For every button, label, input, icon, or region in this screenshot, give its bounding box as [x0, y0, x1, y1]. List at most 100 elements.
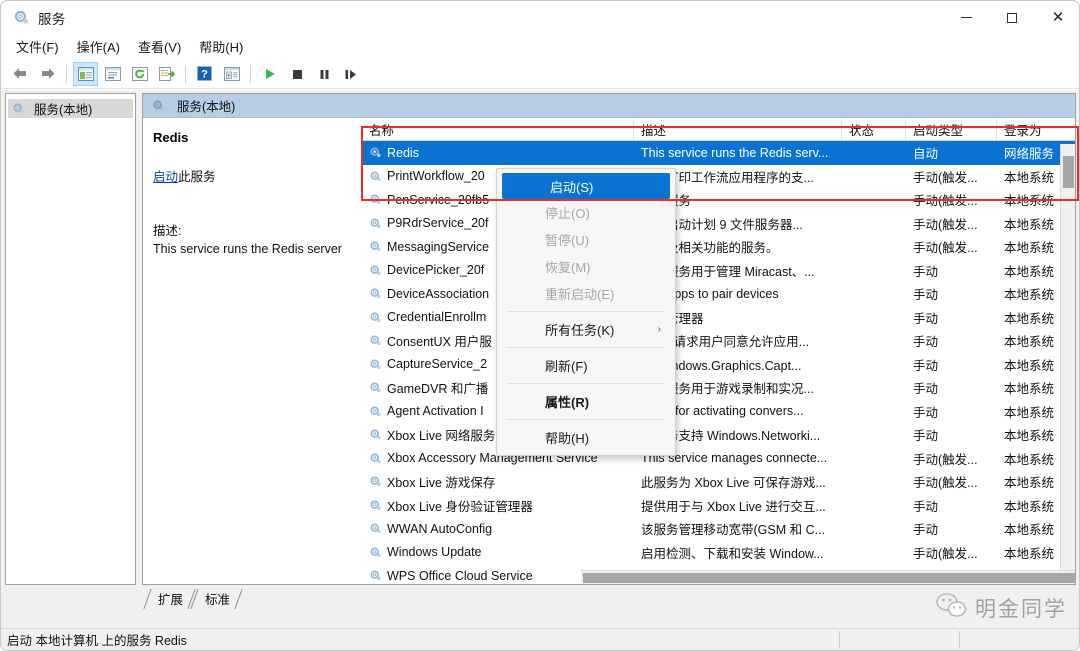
cell-startup-type: 手动 [906, 378, 997, 397]
horizontal-scrollbar-thumb[interactable] [583, 573, 1075, 583]
close-button[interactable]: ✕ [1035, 1, 1080, 34]
toolbar-help[interactable]: ? [192, 62, 217, 86]
status-text: 启动 本地计算机 上的服务 Redis [1, 630, 187, 649]
table-row[interactable]: RedisThis service runs the Redis serv...… [362, 141, 1075, 165]
table-row[interactable]: PrintWorkflow_20权对打印工作流应用程序的支...手动(触发...… [362, 165, 1075, 189]
table-row[interactable]: Agent Activation Intime for activating c… [362, 400, 1075, 424]
table-row[interactable]: CaptureService_2用 Windows.Graphics.Capt.… [362, 353, 1075, 377]
start-service-link[interactable]: 启动 [153, 170, 178, 184]
tab-extended[interactable]: 扩展 [146, 588, 193, 609]
column-header-description[interactable]: 描述 [634, 119, 842, 140]
ctx-properties[interactable]: 属性(R) [497, 388, 675, 415]
toolbar: ? [1, 59, 1080, 89]
cell-startup-type: 手动(触发... [906, 449, 997, 468]
table-row[interactable]: DeviceAssociationbles apps to pair devic… [362, 282, 1075, 306]
menu-action[interactable]: 操作(A) [68, 34, 129, 59]
ctx-start[interactable]: 启动(S) [502, 173, 670, 199]
services-gear-icon [369, 170, 382, 183]
table-row[interactable]: Xbox Live 游戏保存此服务为 Xbox Live 可保存游戏...手动(… [362, 470, 1075, 494]
services-window: 服务 ✕ 文件(F) 操作(A) 查看(V) 帮助(H) [0, 0, 1080, 651]
toolbar-refresh[interactable] [127, 62, 152, 86]
services-gear-icon [369, 264, 382, 277]
table-row[interactable]: MessagingService短信及相关功能的服务。手动(触发...本地系统 [362, 235, 1075, 259]
column-header-name[interactable]: 名称 [362, 119, 634, 140]
tab-standard[interactable]: 标准 [193, 588, 240, 609]
services-gear-icon [369, 546, 382, 559]
cell-service-name: Xbox Live 身份验证管理器 [362, 496, 634, 515]
services-gear-icon [369, 146, 382, 159]
menu-help[interactable]: 帮助(H) [190, 34, 252, 59]
console-tree-pane: 服务(本地) [5, 93, 136, 585]
toolbar-stop[interactable] [284, 62, 309, 86]
sidebar-item-services-local[interactable]: 服务(本地) [8, 99, 133, 118]
grid-body: RedisThis service runs the Redis serv...… [362, 141, 1075, 584]
wechat-icon [935, 592, 969, 625]
cell-startup-type: 手动(触发... [906, 167, 997, 186]
toolbar-back[interactable] [8, 62, 33, 86]
services-gear-icon [369, 452, 382, 465]
toolbar-console[interactable] [219, 62, 244, 86]
cell-startup-type: 手动 [906, 402, 997, 421]
services-gear-icon [369, 475, 382, 488]
cell-startup-type: 手动 [906, 261, 997, 280]
table-row[interactable]: Xbox Live 网络服务此服务支持 Windows.Networki...手… [362, 423, 1075, 447]
cell-startup-type: 手动(触发... [906, 543, 997, 562]
ctx-all-tasks[interactable]: 所有任务(K) › [497, 316, 675, 343]
toolbar-restart[interactable] [338, 62, 363, 86]
column-header-log-on-as[interactable]: 登录为 [997, 119, 1071, 140]
context-menu-separator-3 [507, 383, 665, 384]
services-gear-icon [369, 499, 382, 512]
services-gear-icon [369, 287, 382, 300]
ctx-refresh[interactable]: 刷新(F) [497, 352, 675, 379]
table-row[interactable]: P9RdrService_20f触发启动计划 9 文件服务器...手动(触发..… [362, 212, 1075, 236]
toolbar-show-tree[interactable] [73, 62, 98, 86]
watermark: 明金同学 [935, 588, 1067, 628]
services-gear-icon [369, 193, 382, 206]
vertical-scrollbar-thumb[interactable] [1063, 156, 1074, 188]
toolbar-separator-3 [250, 65, 251, 83]
ctx-pause: 暂停(U) [497, 226, 675, 253]
column-header-startup-type[interactable]: 启动类型 [906, 119, 997, 140]
watermark-text: 明金同学 [975, 593, 1067, 623]
table-row[interactable]: Windows Update启用检测、下载和安装 Window... 手动(触发.… [362, 541, 1075, 565]
horizontal-scrollbar[interactable] [581, 570, 1075, 584]
service-name-text: P9RdrService_20f [387, 216, 488, 230]
minimize-button[interactable] [943, 1, 989, 34]
table-row[interactable]: PenService_20fb5引笔服务手动(触发...本地系统 [362, 188, 1075, 212]
ctx-help[interactable]: 帮助(H) [497, 424, 675, 451]
service-name-text: WPS Office Cloud Service [387, 569, 533, 583]
toolbar-forward[interactable] [35, 62, 60, 86]
cell-service-name: Windows Update [362, 545, 634, 559]
services-gear-icon [369, 522, 382, 535]
context-menu-separator-2 [507, 347, 665, 348]
table-row[interactable]: CredentialEnrollm注册管理器手动本地系统 [362, 306, 1075, 330]
table-row[interactable]: Xbox Live 身份验证管理器提供用于与 Xbox Live 进行交互...… [362, 494, 1075, 518]
services-gear-icon [369, 358, 382, 371]
cell-startup-type: 手动(触发... [906, 214, 997, 233]
vertical-scrollbar[interactable] [1060, 144, 1075, 584]
table-row[interactable]: ConsentUX 用户服F系统请求用户同意允许应用...手动本地系统 [362, 329, 1075, 353]
cell-description: 该服务管理移动宽带(GSM 和 C... [634, 519, 842, 538]
table-row[interactable]: Xbox Accessory Management ServiceThis se… [362, 447, 1075, 471]
menu-file[interactable]: 文件(F) [7, 34, 68, 59]
ctx-restart: 重新启动(E) [497, 280, 675, 307]
toolbar-start[interactable] [257, 62, 282, 86]
ctx-all-tasks-label: 所有任务(K) [545, 320, 614, 339]
services-gear-icon [369, 240, 382, 253]
toolbar-properties[interactable] [100, 62, 125, 86]
table-row[interactable]: DevicePicker_20f用户服务用于管理 Miracast、...手动本… [362, 259, 1075, 283]
pane-banner: 服务(本地) [143, 94, 1075, 118]
cell-description: 启用检测、下载和安装 Window... [634, 543, 842, 562]
toolbar-pause[interactable] [311, 62, 336, 86]
minimize-icon [961, 17, 972, 18]
toolbar-export[interactable] [154, 62, 179, 86]
services-gear-icon [369, 569, 382, 582]
table-row[interactable]: WWAN AutoConfig该服务管理移动宽带(GSM 和 C...手动本地系… [362, 517, 1075, 541]
toolbar-separator [66, 65, 67, 83]
menu-view[interactable]: 查看(V) [129, 34, 190, 59]
cell-startup-type: 手动(触发... [906, 472, 997, 491]
table-row[interactable]: GameDVR 和广播用户服务用于游戏录制和实况...手动本地系统 [362, 376, 1075, 400]
column-header-status[interactable]: 状态 [842, 119, 906, 140]
context-menu-separator-4 [507, 419, 665, 420]
maximize-button[interactable] [989, 1, 1035, 34]
